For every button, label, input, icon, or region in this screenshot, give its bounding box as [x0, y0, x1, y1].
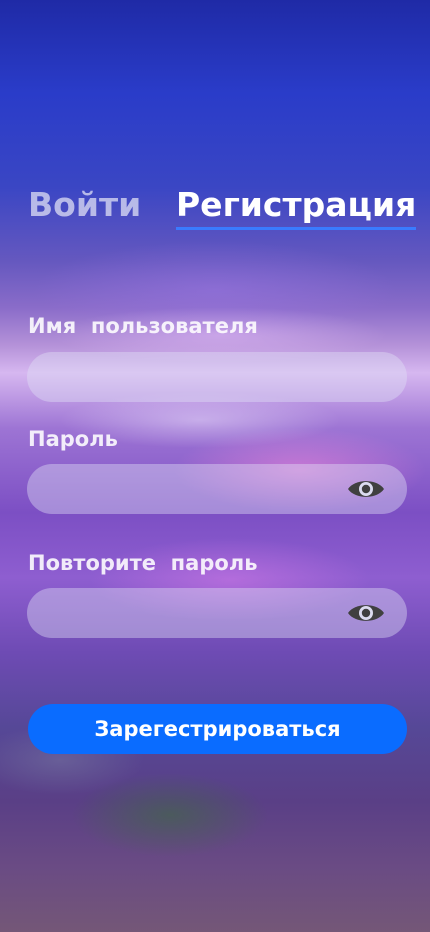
password-repeat-field-container	[27, 588, 407, 638]
username-label: Имя пользователя	[28, 314, 258, 338]
register-button[interactable]: Зарегестрироваться	[28, 704, 407, 754]
password-field-container	[27, 464, 407, 514]
password-repeat-label: Повторите пароль	[28, 551, 258, 575]
tab-login[interactable]: Войти	[28, 185, 141, 225]
eye-icon[interactable]	[347, 477, 385, 501]
tab-register[interactable]: Регистрация	[176, 185, 417, 230]
username-input[interactable]	[27, 352, 407, 402]
eye-icon[interactable]	[347, 601, 385, 625]
password-label: Пароль	[28, 427, 118, 451]
username-field-container	[27, 352, 407, 402]
auth-tabs: Войти Регистрация	[28, 185, 417, 233]
